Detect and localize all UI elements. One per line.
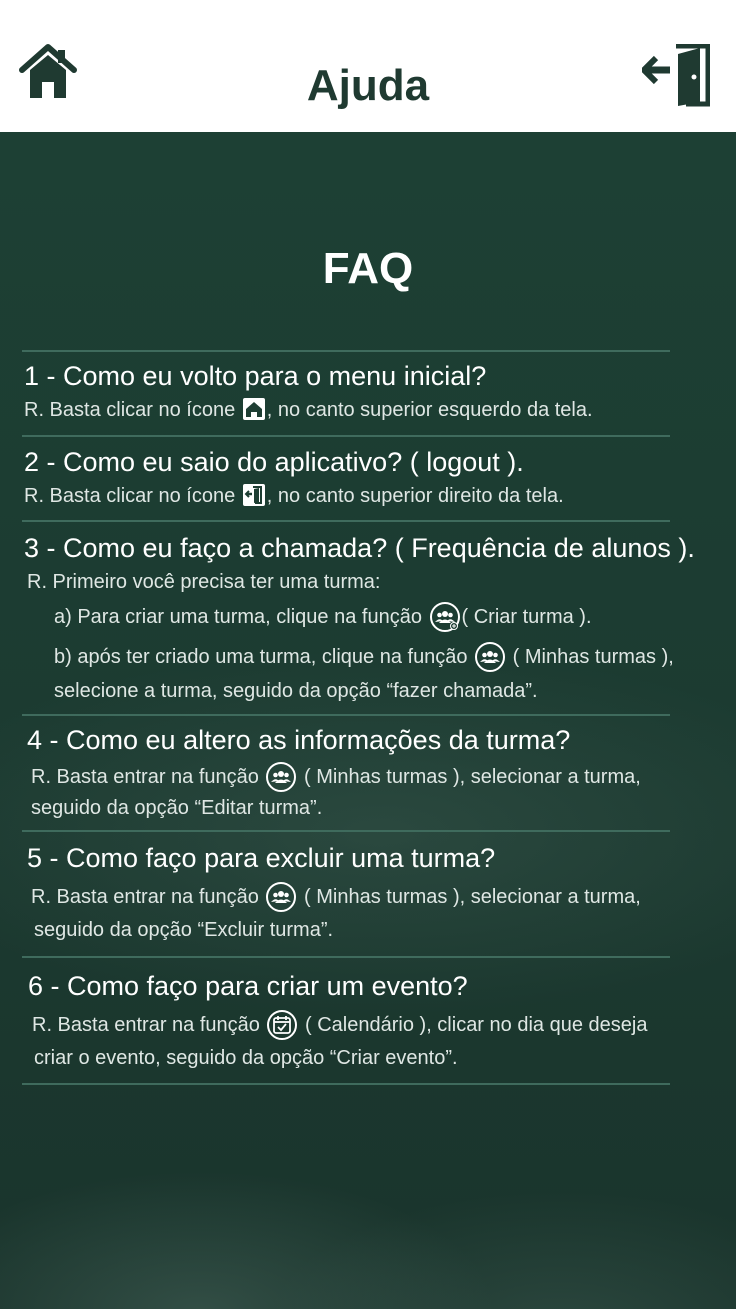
faq-answer-4: R. Basta entrar na função ( Minhas turma… — [31, 762, 641, 792]
answer-text: , no canto superior direito da tela. — [266, 485, 564, 507]
answer-text: a) Para criar uma turma, clique na funçã… — [54, 606, 428, 628]
divider — [22, 714, 670, 716]
page-title: Ajuda — [306, 61, 430, 110]
faq-answer-3-intro: R. Primeiro você precisa ter uma turma: — [27, 571, 381, 593]
faq-content: FAQ 1 - Como eu volto para o menu inicia… — [0, 132, 736, 1309]
faq-question-1: 1 - Como eu volto para o menu inicial? — [24, 361, 487, 391]
faq-answer-4-line2: seguido da opção “Editar turma”. — [31, 797, 323, 819]
faq-answer-6-line2: criar o evento, seguido da opção “Criar … — [34, 1047, 458, 1069]
divider — [22, 435, 670, 437]
answer-text: R. Basta entrar na função — [32, 1014, 266, 1036]
calendar-icon — [267, 1010, 298, 1040]
faq-question-4: 4 - Como eu altero as informações da tur… — [27, 725, 571, 755]
logout-door-icon[interactable] — [641, 43, 711, 108]
divider — [22, 956, 670, 958]
answer-text: b) após ter criado uma turma, clique na … — [54, 646, 474, 668]
faq-answer-5: R. Basta entrar na função ( Minhas turma… — [31, 882, 641, 912]
answer-text: R. Basta clicar no ícone — [24, 399, 241, 421]
answer-text: ( Minhas turmas ), — [507, 646, 674, 668]
divider — [22, 350, 670, 352]
faq-question-5: 5 - Como faço para excluir uma turma? — [27, 843, 496, 873]
header-bar: Ajuda — [0, 0, 736, 132]
home-icon — [242, 398, 265, 420]
faq-title: FAQ — [322, 244, 414, 293]
answer-text: R. Basta entrar na função — [31, 766, 265, 788]
logout-door-icon — [242, 484, 265, 506]
divider — [22, 1083, 670, 1085]
my-classes-icon — [475, 642, 506, 672]
my-classes-icon — [266, 762, 297, 792]
answer-text: ( Minhas turmas ), selecionar a turma, — [298, 766, 641, 788]
answer-text: ( Calendário ), clicar no dia que deseja — [299, 1014, 648, 1036]
faq-answer-3-step-b: b) após ter criado uma turma, clique na … — [54, 642, 674, 672]
divider — [22, 520, 670, 522]
faq-answer-5-line2: seguido da opção “Excluir turma”. — [34, 919, 334, 941]
faq-question-6: 6 - Como faço para criar um evento? — [28, 971, 468, 1001]
faq-answer-6: R. Basta entrar na função ( Calendário )… — [32, 1010, 647, 1040]
answer-text: ( Minhas turmas ), selecionar a turma, — [298, 886, 641, 908]
faq-question-3: 3 - Como eu faço a chamada? ( Frequência… — [24, 533, 695, 563]
answer-text: , no canto superior esquerdo da tela. — [266, 399, 593, 421]
my-classes-icon — [266, 882, 297, 912]
faq-answer-2: R. Basta clicar no ícone , no canto supe… — [24, 484, 564, 508]
faq-answer-3-step-b-line2: selecione a turma, seguido da opção “faz… — [54, 680, 538, 702]
faq-question-2: 2 - Como eu saio do aplicativo? ( logout… — [24, 447, 524, 477]
create-class-icon — [429, 602, 460, 632]
answer-text: ( Criar turma ). — [461, 606, 592, 628]
answer-text: R. Basta entrar na função — [31, 886, 265, 908]
faq-answer-3-step-a: a) Para criar uma turma, clique na funçã… — [54, 602, 592, 632]
divider — [22, 830, 670, 832]
faq-answer-1: R. Basta clicar no ícone , no canto supe… — [24, 398, 593, 422]
answer-text: R. Basta clicar no ícone — [24, 485, 241, 507]
